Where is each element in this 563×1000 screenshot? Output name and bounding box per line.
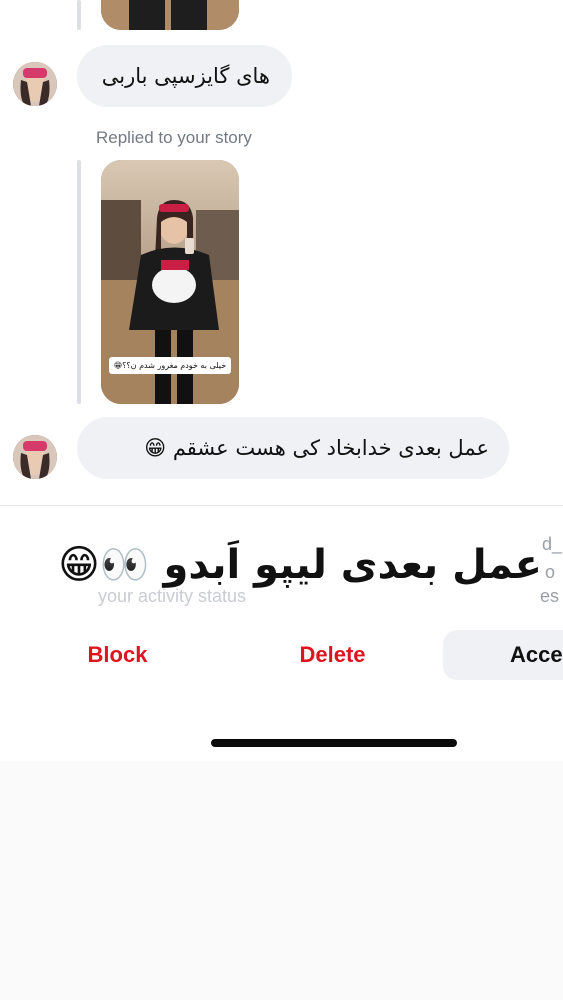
message-text: عمل بعدی خدابخاد کی هست عشقم 😁: [144, 436, 489, 460]
accept-button[interactable]: Acce: [443, 630, 563, 680]
chat-thread: های گایزسپی باربی Replied to your story: [0, 0, 563, 505]
message-text: های گایزسپی باربی: [101, 64, 270, 88]
message-bubble[interactable]: های گایزسپی باربی: [77, 45, 292, 107]
sender-avatar[interactable]: [13, 435, 57, 479]
overlay-caption: عمل بعدی لیپو اَبدو 👀😁: [58, 542, 542, 588]
reply-indicator-line: [77, 160, 81, 404]
block-button[interactable]: Block: [60, 630, 175, 680]
story-image: [101, 0, 239, 30]
home-indicator: [211, 739, 457, 747]
story-caption: خیلی به خودم مغرور شدم ن؟؟😁: [113, 361, 227, 370]
sender-avatar[interactable]: [13, 62, 57, 106]
message-bubble[interactable]: عمل بعدی خدابخاد کی هست عشقم 😁: [77, 417, 509, 479]
delete-button[interactable]: Delete: [270, 630, 395, 680]
story-thumbnail[interactable]: خیلی به خودم مغرور شدم ن؟؟😁: [101, 160, 239, 404]
replied-to-story-label: Replied to your story: [96, 128, 252, 147]
reply-indicator-line: [77, 0, 81, 30]
message-request-sheet: d_ o es your activity status عمل بعدی لی…: [0, 505, 563, 761]
avatar-image: [13, 62, 57, 106]
accept-button-label: Acce: [510, 642, 563, 667]
avatar-image: [13, 435, 57, 479]
story-thumbnail-previous[interactable]: [101, 0, 239, 30]
